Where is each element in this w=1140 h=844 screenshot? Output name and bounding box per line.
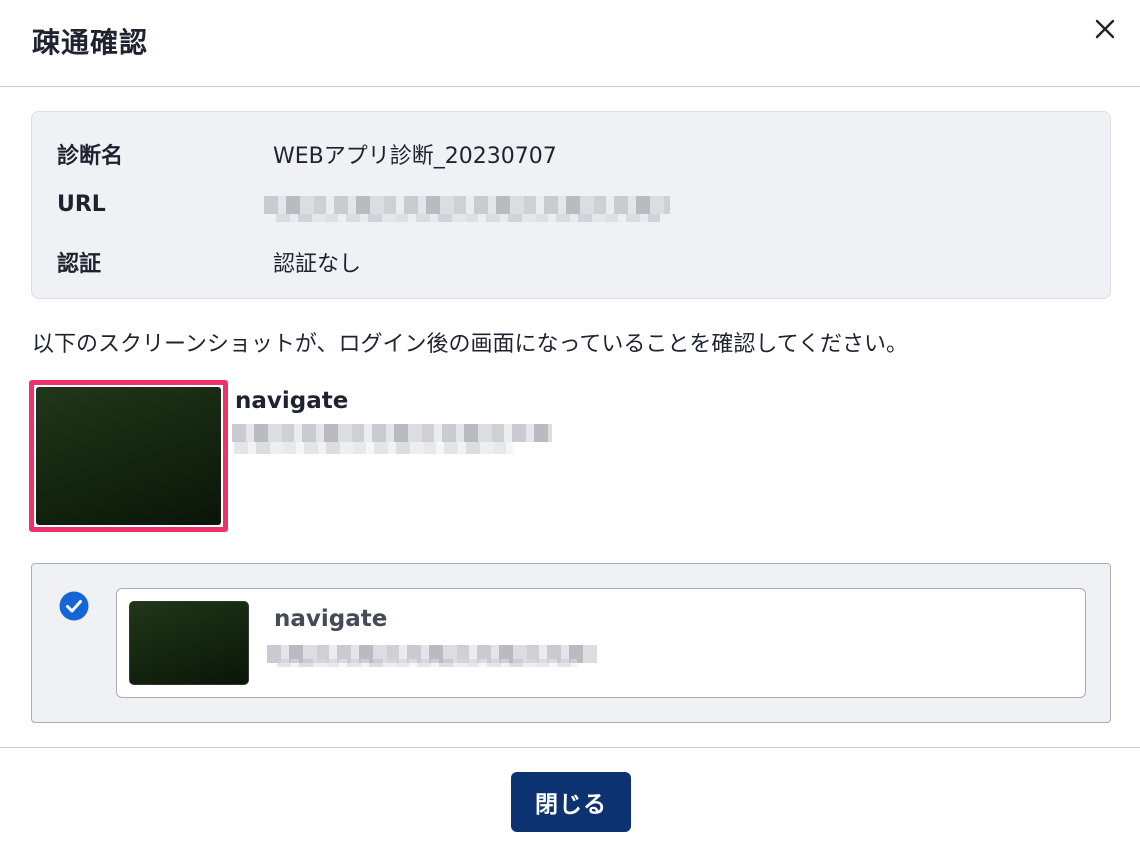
selected-screenshot-url-redacted-shadow [234, 442, 514, 454]
dialog-header: 疎通確認 [0, 0, 1140, 87]
candidate-url-redacted-shadow [277, 659, 577, 667]
candidate-screenshot-image [129, 601, 249, 685]
selected-screenshot-title: navigate [235, 388, 349, 414]
dialog-title: 疎通確認 [32, 26, 149, 59]
url-value-redacted [264, 196, 670, 214]
instruction-text: 以下のスクリーンショットが、ログイン後の画面になっていることを確認してください。 [32, 332, 909, 357]
url-label: URL [57, 192, 106, 217]
close-button[interactable]: 閉じる [511, 772, 631, 832]
url-value-redacted-shadow [276, 214, 660, 222]
auth-label: 認証 [57, 252, 102, 277]
selected-screenshot-thumbnail [29, 380, 228, 532]
diagnosis-info-panel: 診断名 WEBアプリ診断_20230707 URL 認証 認証なし [31, 111, 1111, 299]
candidate-card[interactable]: navigate [116, 588, 1086, 698]
diagnosis-name-label: 診断名 [57, 144, 124, 169]
check-circle-icon[interactable] [59, 591, 89, 621]
screenshot-image [36, 387, 221, 525]
auth-value: 認証なし [273, 252, 362, 277]
close-icon[interactable] [1088, 12, 1122, 46]
candidate-title: navigate [274, 606, 388, 632]
selected-screenshot-url-redacted [232, 424, 552, 442]
diagnosis-name-value: WEBアプリ診断_20230707 [273, 144, 557, 169]
footer-divider [0, 747, 1140, 748]
